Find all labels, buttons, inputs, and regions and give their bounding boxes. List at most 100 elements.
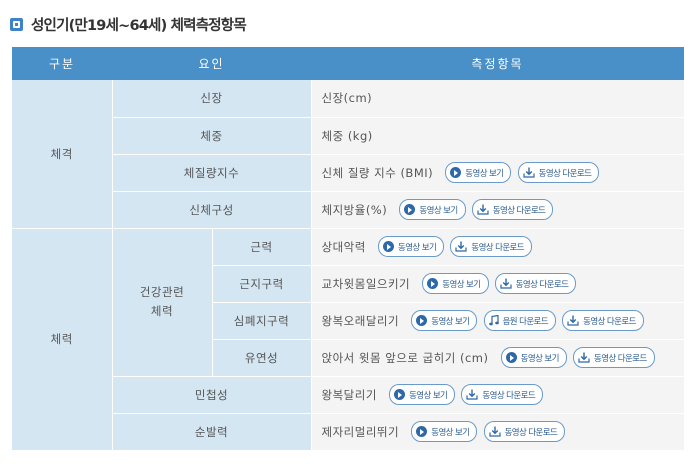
video-button-label: 동영상 보기: [419, 205, 458, 216]
item-flexibility-text: 앉아서 윗몸 앞으로 굽히기 (cm): [321, 350, 489, 365]
category-fitness: 체력: [12, 228, 113, 451]
table-row: 민첩성 왕복달리기 동영상 보기 동영상 다운로드: [12, 376, 684, 414]
play-icon: [416, 315, 428, 326]
play-icon: [416, 426, 428, 438]
factor-group-health: 건강관련 체력: [112, 228, 213, 377]
play-icon: [450, 167, 462, 178]
download-icon: [567, 315, 579, 326]
factor-height: 신장: [112, 80, 312, 118]
factor-weight: 체중: [112, 117, 312, 155]
download-icon: [523, 167, 535, 178]
item-endurance: 교차윗몸일으키기 동영상 보기 동영상 다운로드: [311, 265, 684, 303]
video-button-label: 동영상 보기: [431, 316, 470, 327]
video-button-label: 동영상 보기: [431, 427, 470, 438]
cardio-video-button[interactable]: 동영상 보기: [411, 310, 478, 331]
flexibility-download-button[interactable]: 동영상 다운로드: [573, 347, 655, 368]
play-icon: [394, 389, 406, 400]
download-button-label: 동영상 다운로드: [538, 168, 592, 179]
audio-button-label: 음원 다운로드: [502, 316, 549, 327]
video-button-label: 동영상 보기: [465, 168, 504, 179]
power-download-button[interactable]: 동영상 다운로드: [483, 421, 566, 443]
cardio-download-button[interactable]: 동영상 다운로드: [562, 310, 644, 331]
strength-video-button[interactable]: 동영상 보기: [377, 236, 445, 257]
music-note-icon: [488, 315, 499, 326]
download-icon: [455, 241, 467, 252]
download-button-label: 동영상 다운로드: [482, 390, 536, 401]
download-button-label: 동영상 다운로드: [471, 242, 524, 253]
factor-bmi: 체질량지수: [112, 154, 312, 192]
table-row: 체질량지수 신체 질량 지수 (BMI) 동영상 보기 동영상 다운로드: [12, 154, 684, 192]
video-button-label: 동영상 보기: [397, 242, 437, 253]
play-icon: [505, 352, 517, 363]
item-cardio: 왕복오래달리기 동영상 보기 음원 다운로드 동영상 다운로드: [311, 302, 684, 340]
item-agility-text: 왕복달리기: [321, 387, 377, 402]
body-comp-download-button[interactable]: 동영상 다운로드: [471, 199, 554, 220]
endurance-video-button[interactable]: 동영상 보기: [422, 273, 489, 294]
table-row: 신체구성 체지방율(%) 동영상 보기 동영상 다운로드: [12, 191, 684, 229]
factor-agility: 민첩성: [112, 376, 312, 414]
item-flexibility: 앉아서 윗몸 앞으로 굽히기 (cm) 동영상 보기 동영상 다운로드: [311, 339, 684, 377]
factor-body-comp: 신체구성: [112, 191, 312, 229]
download-button-label: 동영상 다운로드: [583, 316, 636, 327]
agility-video-button[interactable]: 동영상 보기: [389, 384, 456, 405]
play-icon: [404, 204, 416, 215]
table-row: 체력 건강관련 체력 근력 상대악력 동영상 보기 동영상 다운로드: [12, 228, 684, 451]
power-video-button[interactable]: 동영상 보기: [411, 421, 478, 443]
group-line-2: 체력: [150, 304, 174, 318]
square-bullet-icon: [10, 17, 23, 31]
play-icon: [382, 241, 394, 252]
bmi-video-button[interactable]: 동영상 보기: [445, 162, 512, 183]
factor-power: 순발력: [112, 413, 312, 450]
measurement-table: 구분 요인 측정항목 체격 신장 신장(cm) 체중 체중 (kg) 체질량지수…: [12, 47, 684, 451]
table-header-row: 구분 요인 측정항목: [12, 47, 684, 80]
table-row: 순발력 제자리멀리뛰기 동영상 보기 동영상 다운로드: [12, 413, 684, 450]
download-button-label: 동영상 다운로드: [515, 279, 569, 290]
item-endurance-text: 교차윗몸일으키기: [321, 276, 411, 291]
item-body-comp-text: 체지방율(%): [321, 202, 388, 217]
factor-strength: 근력: [212, 228, 312, 266]
video-button-label: 동영상 보기: [442, 279, 481, 290]
agility-download-button[interactable]: 동영상 다운로드: [461, 384, 544, 405]
video-button-label: 동영상 보기: [409, 390, 448, 401]
table-row: 체중 체중 (kg): [12, 117, 684, 155]
bmi-download-button[interactable]: 동영상 다운로드: [517, 162, 600, 183]
item-weight: 체중 (kg): [311, 117, 684, 155]
factor-flexibility: 유연성: [212, 339, 312, 377]
video-button-label: 동영상 보기: [520, 353, 560, 364]
item-cardio-text: 왕복오래달리기: [321, 313, 400, 328]
flexibility-video-button[interactable]: 동영상 보기: [500, 347, 567, 368]
item-agility: 왕복달리기 동영상 보기 동영상 다운로드: [311, 376, 684, 414]
item-strength: 상대악력 동영상 보기 동영상 다운로드: [311, 228, 684, 266]
group-line-1: 건강관련: [139, 285, 185, 299]
header-items: 측정항목: [311, 47, 684, 80]
strength-download-button[interactable]: 동영상 다운로드: [450, 236, 532, 257]
download-icon: [500, 278, 512, 289]
endurance-download-button[interactable]: 동영상 다운로드: [494, 273, 577, 294]
item-height: 신장(cm): [311, 80, 684, 118]
download-button-label: 동영상 다운로드: [594, 353, 647, 364]
item-body-comp: 체지방율(%) 동영상 보기 동영상 다운로드: [311, 191, 684, 229]
item-strength-text: 상대악력: [321, 239, 366, 254]
body-comp-video-button[interactable]: 동영상 보기: [399, 199, 466, 220]
page-title: 성인기(만19세~64세) 체력측정항목: [31, 17, 247, 34]
download-button-label: 동영상 다운로드: [492, 205, 546, 216]
page-title-bar: 성인기(만19세~64세) 체력측정항목: [10, 14, 247, 34]
download-icon: [477, 204, 489, 215]
item-weight-text: 체중 (kg): [321, 128, 373, 143]
play-icon: [427, 278, 439, 289]
header-category: 구분: [12, 47, 112, 80]
item-bmi-text: 신체 질량 지수 (BMI): [321, 165, 434, 180]
header-factor: 요인: [112, 47, 311, 80]
download-icon: [578, 352, 590, 363]
item-bmi: 신체 질량 지수 (BMI) 동영상 보기 동영상 다운로드: [311, 154, 684, 192]
factor-endurance: 근지구력: [212, 265, 312, 303]
item-height-text: 신장(cm): [321, 91, 373, 106]
download-icon: [488, 426, 501, 437]
download-button-label: 동영상 다운로드: [504, 427, 558, 438]
table-row: 체격 신장 신장(cm): [12, 80, 684, 229]
factor-cardio: 심폐지구력: [212, 302, 312, 340]
item-power-text: 제자리멀리뛰기: [321, 424, 400, 439]
item-power: 제자리멀리뛰기 동영상 보기 동영상 다운로드: [311, 413, 684, 450]
category-physique: 체격: [12, 80, 113, 229]
cardio-audio-download-button[interactable]: 음원 다운로드: [483, 310, 557, 331]
